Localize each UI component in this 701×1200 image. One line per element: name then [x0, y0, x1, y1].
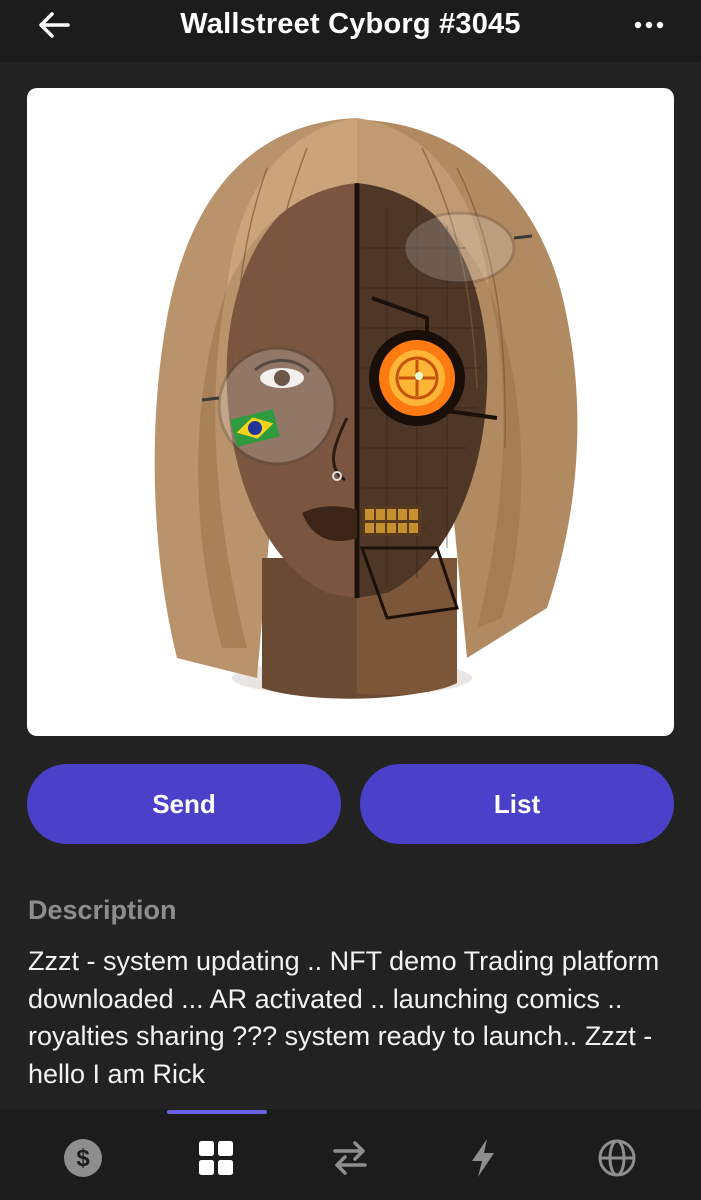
dollar-coin-icon: $	[64, 1139, 102, 1177]
back-button[interactable]	[30, 8, 78, 42]
top-bar: Wallstreet Cyborg #3045	[0, 0, 701, 62]
svg-text:$: $	[76, 1145, 90, 1172]
arrow-left-icon	[39, 12, 70, 38]
send-button[interactable]: Send	[27, 764, 341, 844]
grid-icon	[199, 1141, 233, 1175]
cyborg-portrait-illustration	[154, 118, 578, 699]
page-title: Wallstreet Cyborg #3045	[180, 7, 521, 40]
swap-arrows-icon	[333, 1141, 367, 1175]
globe-icon	[598, 1139, 636, 1177]
tab-wallet[interactable]: $	[57, 1132, 109, 1184]
active-tab-indicator	[167, 1110, 267, 1114]
more-horizontal-icon	[634, 21, 664, 29]
lightning-icon	[472, 1139, 494, 1177]
description-text: Zzzt - system updating .. NFT demo Tradi…	[28, 946, 660, 1089]
tab-activity[interactable]	[457, 1132, 509, 1184]
description-heading: Description	[28, 895, 177, 925]
tab-browser[interactable]	[591, 1132, 643, 1184]
nft-image[interactable]	[27, 88, 674, 736]
tab-collectibles[interactable]	[190, 1132, 242, 1184]
more-options-button[interactable]	[627, 10, 671, 40]
tab-swap[interactable]	[324, 1132, 376, 1184]
list-button[interactable]: List	[360, 764, 674, 844]
